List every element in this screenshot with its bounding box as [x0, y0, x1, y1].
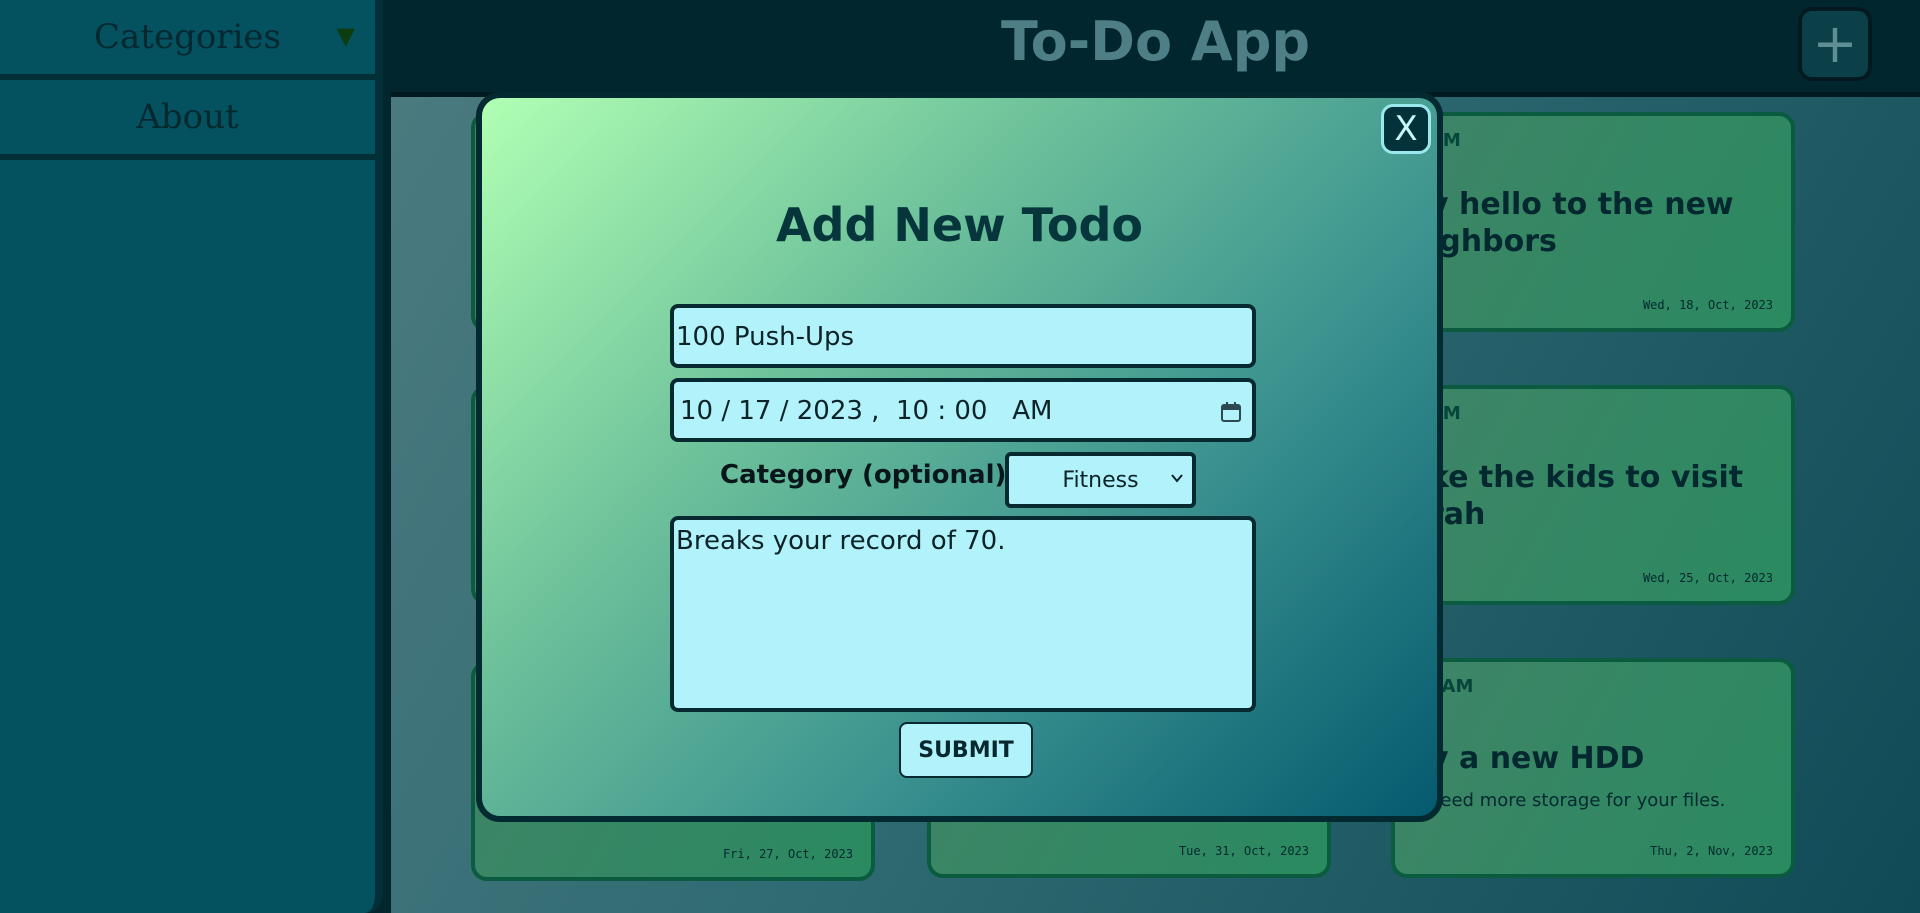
todo-title-value: 100 Push-Ups: [676, 322, 855, 352]
category-selected-value: Fitness: [1062, 467, 1139, 493]
modal-title: Add New Todo: [775, 198, 1144, 252]
chevron-down-icon: [1170, 470, 1184, 489]
app-title: To-Do App: [1001, 10, 1310, 73]
card-title: y hello to the new ighbors: [1429, 187, 1734, 259]
calendar-icon[interactable]: [1220, 400, 1242, 430]
description-textarea[interactable]: Breaks your record of 70.: [670, 516, 1256, 712]
card-date: Thu, 2, Nov, 2023: [1650, 844, 1773, 858]
card-date: Wed, 25, Oct, 2023: [1642, 571, 1773, 585]
sidebar-item-categories[interactable]: Categories ▼: [0, 0, 375, 80]
sidebar: Categories ▼ About: [0, 0, 383, 913]
submit-button[interactable]: SUBMIT: [899, 722, 1033, 778]
submit-label: SUBMIT: [918, 737, 1014, 763]
add-todo-modal: X Add New Todo 100 Push-Ups 10 / 17 / 20…: [476, 92, 1443, 822]
datetime-input[interactable]: 10 / 17 / 2023 , 10 : 00 AM: [670, 378, 1256, 442]
card-date: Tue, 31, Oct, 2023: [1178, 844, 1309, 858]
category-label: Category (optional): [720, 460, 1007, 490]
category-select[interactable]: Fitness: [1005, 452, 1196, 508]
close-icon: X: [1394, 109, 1418, 149]
card-date: Wed, 18, Oct, 2023: [1642, 298, 1773, 312]
todo-card[interactable]: AM y hello to the new ighbors Wed, 18, O…: [1391, 112, 1795, 332]
description-value: Breaks your record of 70.: [676, 526, 1006, 556]
todo-title-input[interactable]: 100 Push-Ups: [670, 304, 1256, 368]
add-todo-button[interactable]: +: [1798, 7, 1872, 81]
chevron-down-icon: ▼: [336, 22, 355, 50]
card-description: need more storage for your files.: [1429, 790, 1726, 811]
datetime-value: 10 / 17 / 2023 , 10 : 00 AM: [680, 396, 1053, 426]
card-date: Fri, 27, Oct, 2023: [722, 847, 853, 861]
sidebar-item-about[interactable]: About: [0, 80, 375, 160]
todo-card[interactable]: AM ke the kids to visit rah Wed, 25, Oct…: [1391, 385, 1795, 605]
sidebar-item-label: About: [136, 97, 239, 137]
close-button[interactable]: X: [1381, 104, 1431, 154]
card-title: y a new HDD: [1429, 741, 1645, 776]
card-title: ke the kids to visit rah: [1429, 460, 1744, 532]
app-header: To-Do App +: [391, 0, 1920, 97]
sidebar-item-label: Categories: [94, 17, 281, 57]
plus-icon: +: [1812, 12, 1858, 75]
todo-card[interactable]: 5AM y a new HDD need more storage for yo…: [1391, 658, 1795, 878]
